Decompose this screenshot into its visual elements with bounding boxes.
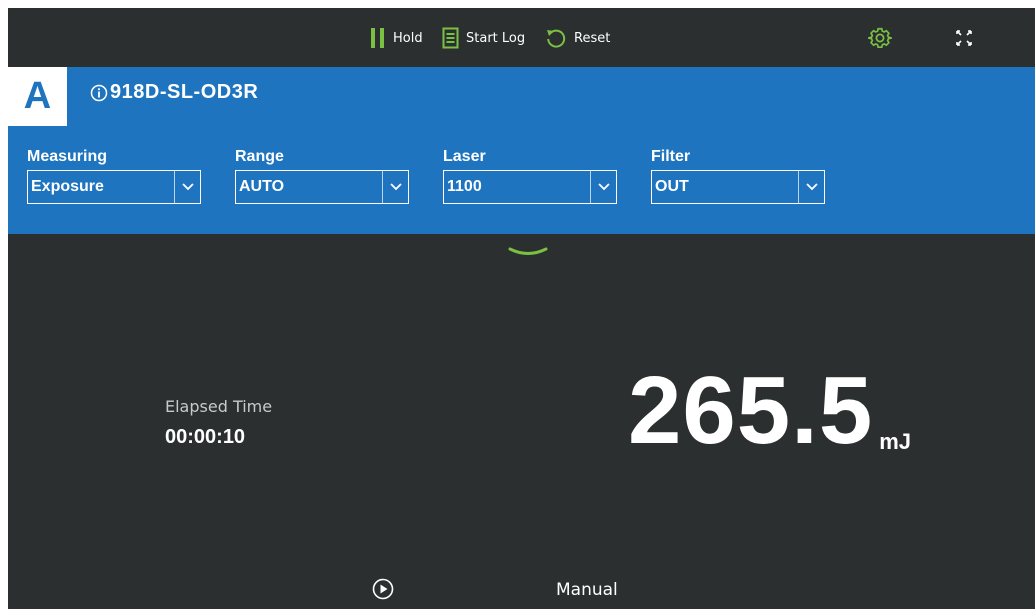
filter-label: Filter — [651, 148, 691, 165]
reset-label: Reset — [574, 30, 611, 46]
hold-button[interactable]: Hold — [370, 25, 423, 51]
chevron-down-icon — [590, 171, 616, 203]
channel-header: A 918D-SL-OD3R Measuring Exposure Range … — [8, 67, 1035, 234]
start-log-button[interactable]: Start Log — [442, 25, 525, 51]
measuring-value: Exposure — [31, 178, 104, 195]
measuring-field: Measuring Exposure — [27, 147, 201, 204]
laser-select[interactable]: 1100 — [443, 170, 617, 204]
elapsed-time-label: Elapsed Time — [165, 397, 273, 416]
measurement-readout: 265.5 mJ — [628, 363, 911, 459]
filter-field: Filter OUT — [651, 147, 825, 204]
trigger-mode-label[interactable]: Manual — [556, 580, 618, 600]
pause-icon — [370, 27, 386, 49]
measuring-select[interactable]: Exposure — [27, 170, 201, 204]
chevron-down-icon — [798, 171, 824, 203]
hold-label: Hold — [393, 30, 423, 46]
info-icon[interactable] — [90, 84, 108, 102]
range-label: Range — [235, 148, 284, 165]
log-icon — [442, 27, 459, 49]
range-select[interactable]: AUTO — [235, 170, 409, 204]
chevron-down-icon — [174, 171, 200, 203]
filter-value: OUT — [655, 178, 689, 195]
chevron-down-icon — [382, 171, 408, 203]
elapsed-time-value: 00:00:10 — [165, 426, 246, 448]
top-toolbar: Hold Start Log Reset — [8, 8, 1035, 67]
collapse-chevron-icon[interactable] — [508, 245, 548, 257]
laser-label: Laser — [443, 148, 486, 165]
device-name: 918D-SL-OD3R — [110, 81, 259, 103]
play-icon[interactable] — [372, 578, 394, 600]
measurement-unit: mJ — [879, 429, 912, 454]
app-window: Hold Start Log Reset A 918D-SL-OD3R Meas… — [8, 8, 1035, 609]
start-log-label: Start Log — [466, 30, 526, 46]
device-title: 918D-SL-OD3R — [90, 81, 258, 104]
measuring-label: Measuring — [27, 148, 108, 165]
fullscreen-icon[interactable] — [955, 29, 973, 47]
reset-icon — [545, 27, 567, 49]
measurement-value: 265.5 — [628, 357, 874, 464]
reset-button[interactable]: Reset — [545, 25, 610, 51]
range-field: Range AUTO — [235, 147, 409, 204]
channel-badge: A — [8, 67, 67, 126]
laser-value: 1100 — [447, 178, 482, 195]
filter-select[interactable]: OUT — [651, 170, 825, 204]
gear-icon[interactable] — [868, 26, 892, 50]
range-value: AUTO — [239, 178, 285, 195]
laser-field: Laser 1100 — [443, 147, 617, 204]
